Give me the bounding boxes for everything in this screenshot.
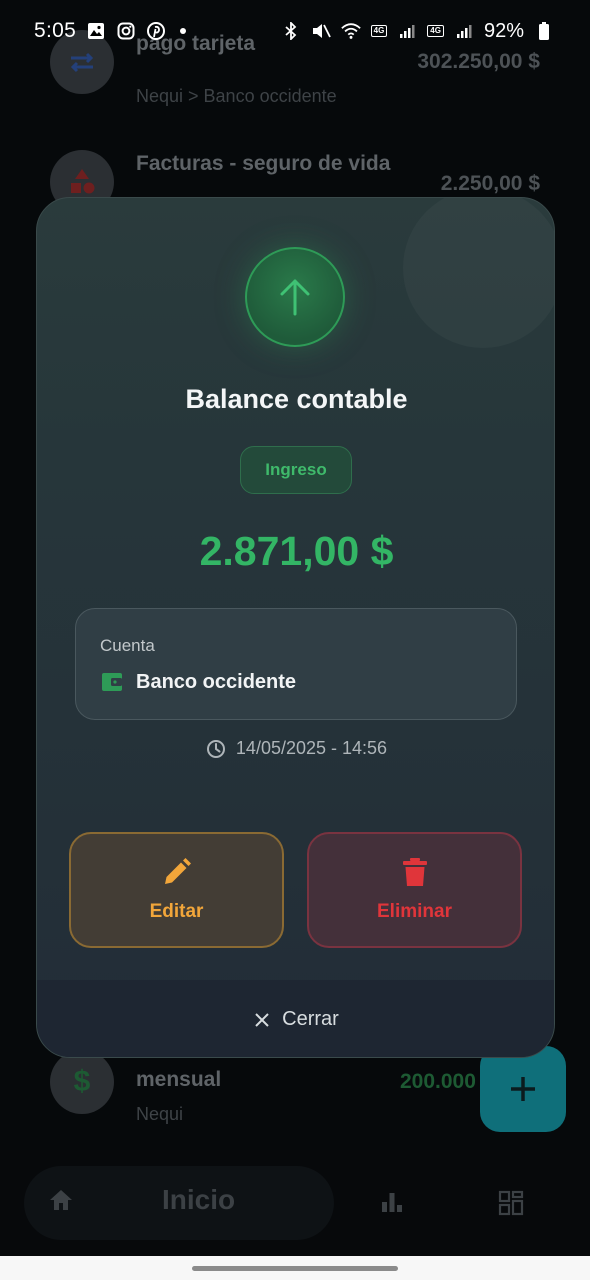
list-item-title: mensual xyxy=(136,1068,222,1091)
bar-chart-icon[interactable] xyxy=(380,1190,404,1219)
add-transaction-button[interactable] xyxy=(480,1046,566,1132)
delete-button-label: Eliminar xyxy=(377,901,452,922)
list-item-subtitle: Nequi xyxy=(136,1104,184,1124)
network-type-badge: 4G xyxy=(370,25,388,37)
bottom-navigation: Inicio xyxy=(0,1150,590,1256)
notification-dot xyxy=(180,28,187,34)
list-item-subtitle: Nequi > Banco occidente xyxy=(136,86,337,106)
battery-icon xyxy=(534,21,554,41)
home-icon xyxy=(48,1188,74,1217)
signal-icon xyxy=(397,21,417,41)
pencil-icon xyxy=(164,858,191,884)
close-button[interactable]: Cerrar xyxy=(37,980,554,1057)
dashboard-icon[interactable] xyxy=(498,1190,524,1221)
instagram-icon xyxy=(116,21,136,41)
nav-label-home: Inicio xyxy=(162,1184,236,1215)
plus-icon xyxy=(511,1077,535,1101)
decorative-circle xyxy=(403,198,554,348)
list-item-title: Facturas - seguro de vida xyxy=(136,152,391,175)
status-bar: 5:05 4G 4G 92% xyxy=(0,0,590,62)
gesture-handle[interactable] xyxy=(192,1266,398,1271)
account-label: Cuenta xyxy=(100,636,155,655)
clock-icon xyxy=(206,739,225,758)
close-button-label: Cerrar xyxy=(282,1008,339,1030)
datetime-text: 14/05/2025 - 14:56 xyxy=(235,738,388,758)
network-type-badge: 4G xyxy=(427,25,444,37)
transaction-detail-dialog: Balance contable Ingreso 2.871,00 $ Cuen… xyxy=(36,197,555,1058)
transaction-amount: 2.871,00 $ xyxy=(199,528,394,574)
wallet-icon xyxy=(102,673,122,696)
close-icon xyxy=(255,1012,269,1027)
transaction-type-badge: Ingreso xyxy=(240,446,352,494)
list-item-amount: 2.250,00 $ xyxy=(440,172,540,195)
signal-icon xyxy=(454,21,474,41)
arrow-up-icon xyxy=(280,279,310,316)
gesture-navigation-area xyxy=(0,1256,590,1280)
transaction-title: Balance contable xyxy=(185,384,408,414)
trash-icon xyxy=(402,858,427,886)
edit-button[interactable]: Editar xyxy=(69,832,284,948)
income-indicator xyxy=(245,247,345,347)
account-name: Banco occidente xyxy=(136,671,297,693)
mute-icon xyxy=(311,21,331,41)
account-card: Cuenta Banco occidente xyxy=(75,608,517,720)
gallery-icon xyxy=(86,21,106,41)
wifi-icon xyxy=(340,21,361,41)
edit-button-label: Editar xyxy=(149,901,204,922)
battery-percent: 92% xyxy=(483,19,524,42)
delete-button[interactable]: Eliminar xyxy=(307,832,522,948)
pinterest-icon xyxy=(146,21,166,41)
dollar-icon: $ xyxy=(50,1050,114,1114)
status-time: 5:05 xyxy=(34,19,77,42)
list-item[interactable]: $ mensual Nequi 200.000 xyxy=(50,1050,550,1140)
transaction-datetime: 14/05/2025 - 14:56 xyxy=(37,738,554,759)
list-item-amount: 200.000 xyxy=(400,1070,476,1093)
bluetooth-icon xyxy=(281,21,301,41)
